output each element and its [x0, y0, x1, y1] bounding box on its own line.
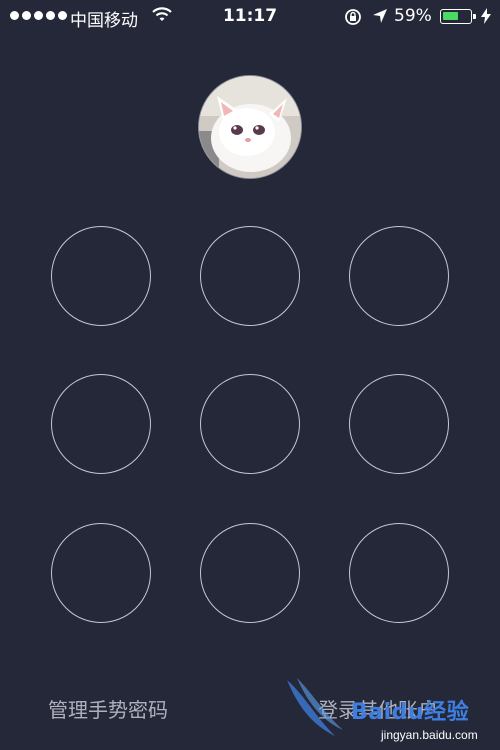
- pattern-dot-2[interactable]: [200, 226, 300, 326]
- pattern-dot-5[interactable]: [200, 374, 300, 474]
- pattern-dot-1[interactable]: [51, 226, 151, 326]
- manage-gesture-password-link[interactable]: 管理手势密码: [48, 694, 168, 723]
- login-other-account-link[interactable]: 登录其他账户: [318, 694, 438, 723]
- pattern-dot-4[interactable]: [51, 374, 151, 474]
- pattern-dot-8[interactable]: [200, 523, 300, 623]
- pattern-dot-3[interactable]: [349, 226, 449, 326]
- pattern-dot-6[interactable]: [349, 374, 449, 474]
- pattern-lock-grid: [0, 0, 500, 750]
- pattern-dot-7[interactable]: [51, 523, 151, 623]
- pattern-dot-9[interactable]: [349, 523, 449, 623]
